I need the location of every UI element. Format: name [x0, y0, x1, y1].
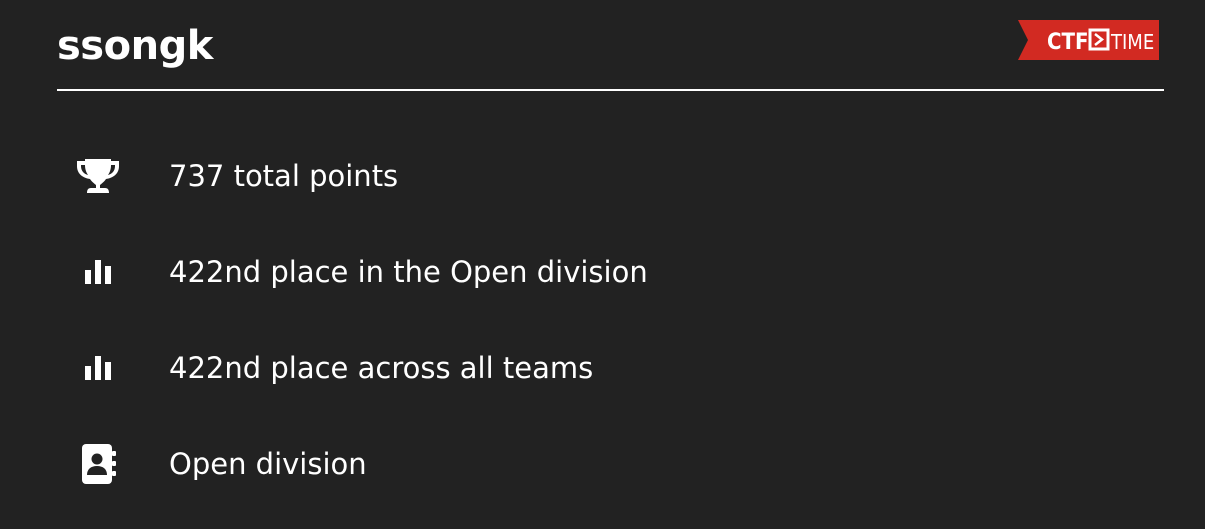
- stat-division: Open division: [0, 414, 1205, 510]
- stat-division-text: Open division: [169, 447, 367, 481]
- bar-chart-icon: [74, 348, 122, 388]
- stat-overall-rank-text: 422nd place across all teams: [169, 351, 594, 385]
- stat-points-text: 737 total points: [169, 159, 399, 193]
- bar-chart-icon: [74, 252, 122, 292]
- contact-book-icon: [74, 444, 122, 484]
- stat-division-rank: 422nd place in the Open division: [0, 222, 1205, 318]
- card-header: ssongk CTF TIME: [57, 18, 1164, 91]
- team-card: ssongk CTF TIME 737 total points 422nd p…: [0, 0, 1205, 529]
- logo-ctf-text: CTF: [1047, 30, 1089, 55]
- ctftime-logo[interactable]: CTF TIME: [1018, 20, 1159, 60]
- team-name: ssongk: [57, 23, 213, 69]
- logo-time-text: TIME: [1110, 30, 1154, 54]
- stat-points: 737 total points: [0, 126, 1205, 222]
- trophy-icon: [74, 156, 122, 196]
- stat-division-rank-text: 422nd place in the Open division: [169, 255, 648, 289]
- stat-overall-rank: 422nd place across all teams: [0, 318, 1205, 414]
- team-stats-list: 737 total points 422nd place in the Open…: [0, 126, 1205, 510]
